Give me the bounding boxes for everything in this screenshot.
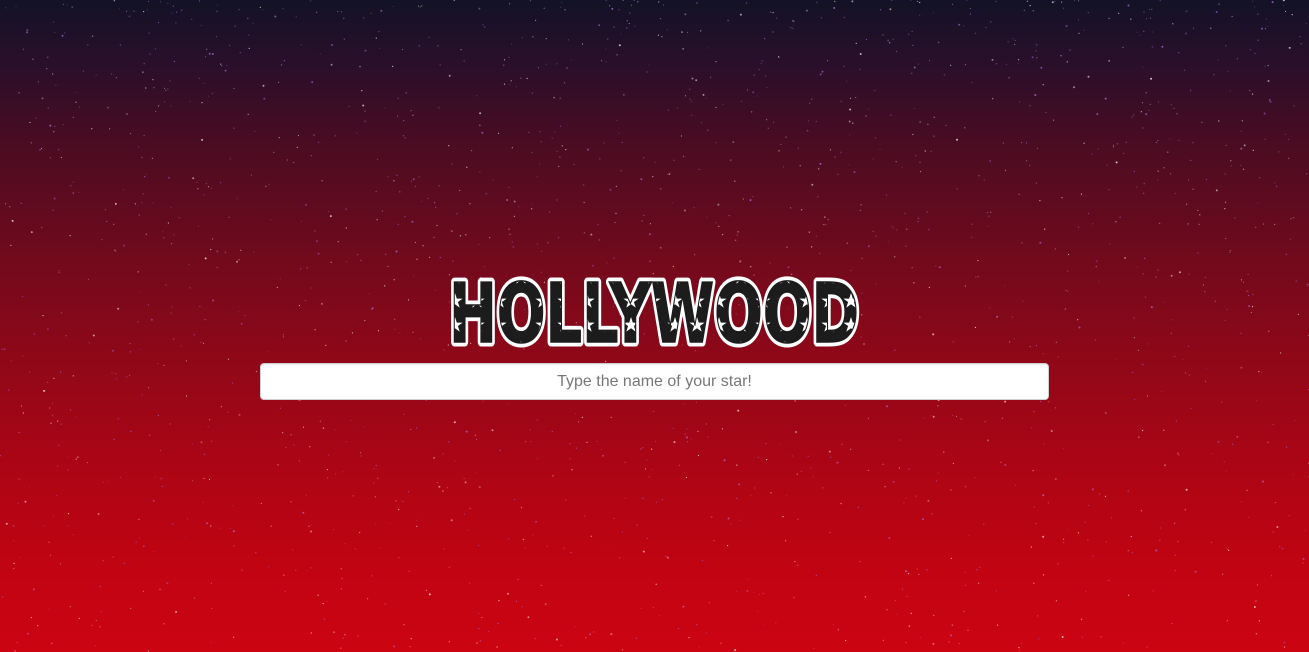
hollywood-logo: HOLLYWOOD HOLLYWOOD <box>444 266 864 348</box>
star-search-input[interactable] <box>260 363 1049 400</box>
logo-text: HOLLYWOOD <box>449 267 859 348</box>
